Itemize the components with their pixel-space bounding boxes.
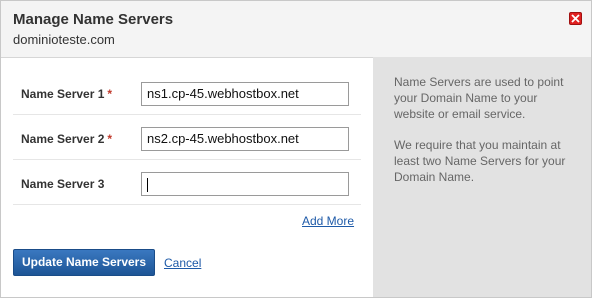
- update-name-servers-button[interactable]: Update Name Servers: [13, 249, 155, 276]
- name-server-1-label: Name Server 1 *: [21, 87, 113, 101]
- close-icon[interactable]: [569, 12, 582, 25]
- name-server-2-input[interactable]: ns2.cp-45.webhostbox.net: [141, 127, 349, 151]
- dialog-header: Manage Name Servers dominioteste.com: [1, 1, 591, 58]
- name-server-3-input[interactable]: [141, 172, 349, 196]
- name-server-1-input[interactable]: ns1.cp-45.webhostbox.net: [141, 82, 349, 106]
- add-more-link[interactable]: Add More: [302, 214, 354, 228]
- cancel-link[interactable]: Cancel: [164, 256, 201, 270]
- required-marker: *: [107, 132, 113, 146]
- name-server-3-label: Name Server 3: [21, 177, 105, 191]
- required-marker: *: [107, 87, 113, 101]
- name-server-1-row: Name Server 1 * ns1.cp-45.webhostbox.net: [13, 70, 361, 115]
- name-server-2-label: Name Server 2 *: [21, 132, 113, 146]
- name-server-3-row: Name Server 3: [13, 160, 361, 205]
- text-cursor: [147, 177, 148, 192]
- domain-name: dominioteste.com: [13, 32, 115, 47]
- info-text-1: Name Servers are used to point your Doma…: [394, 75, 564, 121]
- name-server-form: Name Server 1 * ns1.cp-45.webhostbox.net …: [13, 70, 361, 205]
- info-text-2: We require that you maintain at least tw…: [394, 138, 566, 184]
- name-server-2-row: Name Server 2 * ns2.cp-45.webhostbox.net: [13, 115, 361, 160]
- dialog-title: Manage Name Servers: [13, 11, 174, 28]
- manage-name-servers-dialog: Manage Name Servers dominioteste.com Nam…: [0, 0, 592, 298]
- info-sidebar: Name Servers are used to point your Doma…: [373, 57, 591, 297]
